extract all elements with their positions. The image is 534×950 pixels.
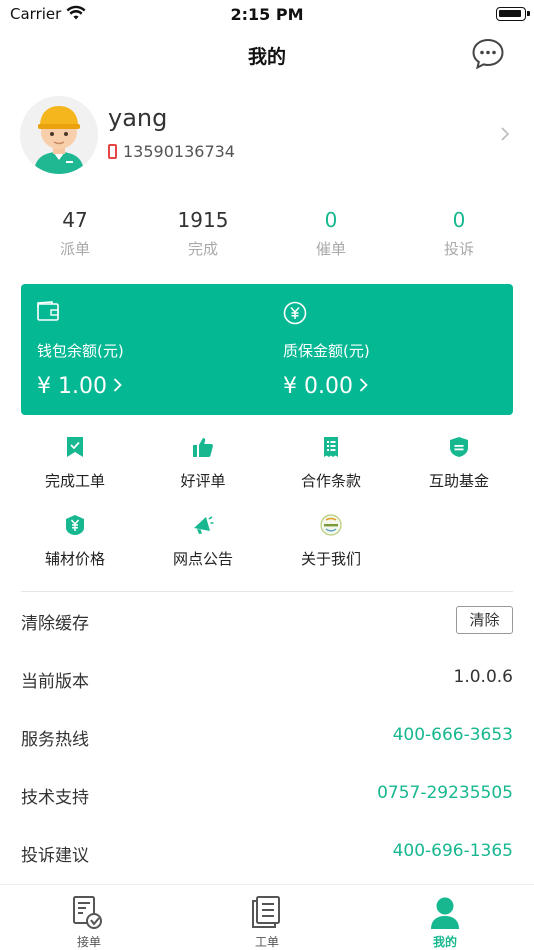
wallet-balance[interactable]: 钱包余额(元) ¥ 1.00 [21, 284, 267, 415]
stat-label: 投诉 [443, 240, 474, 258]
chevron-right-icon [500, 126, 510, 146]
grid-item-material-prices[interactable]: 辅材价格 [11, 510, 139, 574]
stat-label: 完成 [187, 240, 218, 258]
receive-order-icon [69, 895, 109, 931]
grid-label: 关于我们 [300, 550, 361, 568]
tech-support-row[interactable]: 技术支持 0757-29235505 [21, 766, 513, 824]
work-order-icon [247, 895, 287, 931]
stat-value: 1915 [177, 208, 229, 232]
stat-completed[interactable]: 1915 完成 [139, 208, 267, 268]
username: yang [108, 104, 168, 132]
version-label: 当前版本 [21, 672, 89, 692]
hotline-value[interactable]: 400-666-3653 [393, 725, 513, 745]
balance-label: 钱包余额(元) [37, 342, 124, 360]
version-value: 1.0.0.6 [453, 667, 513, 687]
wallet-icon [37, 301, 59, 325]
complaint-value[interactable]: 400-696-1365 [393, 841, 513, 861]
grid-label: 网点公告 [172, 550, 233, 568]
grid-label: 完成工单 [44, 472, 105, 490]
wallet-card: 钱包余额(元) ¥ 1.00 质保金额(元) ¥ 0.00 [21, 284, 513, 415]
stats-row: 47 派单 1915 完成 0 催单 0 投诉 [0, 208, 534, 268]
tab-profile[interactable]: 我的 [356, 885, 534, 950]
company-logo-icon [320, 514, 342, 536]
tab-label: 我的 [432, 935, 457, 949]
grid-item-good-reviews[interactable]: 好评单 [139, 432, 267, 496]
stat-value: 0 [324, 208, 338, 232]
grid-item-branch-notice[interactable]: 网点公告 [139, 510, 267, 574]
clear-cache-button[interactable]: 清除 [456, 606, 513, 634]
price-tag-icon [64, 514, 86, 536]
tab-label: 接单 [76, 935, 101, 949]
grid-item-completed-orders[interactable]: 完成工单 [11, 432, 139, 496]
nav-bar: 我的 [0, 28, 534, 80]
tab-receive-order[interactable]: 接单 [0, 885, 178, 950]
profile-card[interactable]: yang 13590136734 [20, 96, 514, 176]
phone-row: 13590136734 [108, 142, 235, 161]
grid-item-about-us[interactable]: 关于我们 [267, 510, 395, 574]
tab-label: 工单 [254, 935, 279, 949]
stat-value: 47 [62, 208, 88, 232]
phone-icon [108, 144, 117, 159]
clear-cache-row: 清除缓存 清除 [21, 592, 513, 650]
battery-icon [496, 7, 530, 21]
tech-support-value[interactable]: 0757-29235505 [377, 783, 513, 803]
hotline-row[interactable]: 服务热线 400-666-3653 [21, 708, 513, 766]
clear-cache-label: 清除缓存 [21, 614, 89, 634]
grid-label: 合作条款 [300, 472, 361, 490]
avatar [20, 96, 98, 174]
wallet-deposit[interactable]: 质保金额(元) ¥ 0.00 [267, 284, 513, 415]
bookmark-check-icon [64, 436, 86, 458]
hotline-label: 服务热线 [21, 730, 89, 750]
balance-value: ¥ 1.00 [37, 374, 107, 399]
version-row: 当前版本 1.0.0.6 [21, 650, 513, 708]
tech-support-label: 技术支持 [21, 788, 89, 808]
tab-work-order[interactable]: 工单 [178, 885, 356, 950]
grid-label: 辅材价格 [44, 550, 105, 568]
stat-urged[interactable]: 0 催单 [267, 208, 395, 268]
status-bar: Carrier 2:15 PM [0, 0, 534, 28]
deposit-value: ¥ 0.00 [283, 374, 353, 399]
deposit-label: 质保金额(元) [283, 342, 370, 360]
grid-item-mutual-fund[interactable]: 互助基金 [395, 432, 523, 496]
complaint-row[interactable]: 投诉建议 400-696-1365 [21, 824, 513, 882]
chevron-right-icon [359, 374, 368, 399]
stat-dispatched[interactable]: 47 派单 [11, 208, 139, 268]
tab-bar: 接单 工单 我的 [0, 884, 534, 950]
clock-label: 2:15 PM [230, 5, 304, 24]
grid-label: 好评单 [180, 472, 226, 490]
complaint-label: 投诉建议 [21, 846, 89, 866]
fund-badge-icon [448, 436, 470, 458]
chevron-right-icon [113, 374, 122, 399]
grid-item-cooperation-terms[interactable]: 合作条款 [267, 432, 395, 496]
phone-number: 13590136734 [123, 142, 235, 161]
stat-value: 0 [452, 208, 466, 232]
document-list-icon [320, 436, 342, 458]
yuan-coin-icon [283, 301, 307, 329]
page-title: 我的 [247, 46, 286, 68]
stat-label: 派单 [59, 240, 90, 258]
stat-complaints[interactable]: 0 投诉 [395, 208, 523, 268]
profile-icon [425, 895, 465, 931]
megaphone-icon [192, 514, 214, 536]
grid-label: 互助基金 [428, 472, 489, 490]
chat-bubble-icon[interactable] [470, 36, 506, 72]
thumbs-up-icon [192, 436, 214, 458]
stat-label: 催单 [315, 240, 346, 258]
